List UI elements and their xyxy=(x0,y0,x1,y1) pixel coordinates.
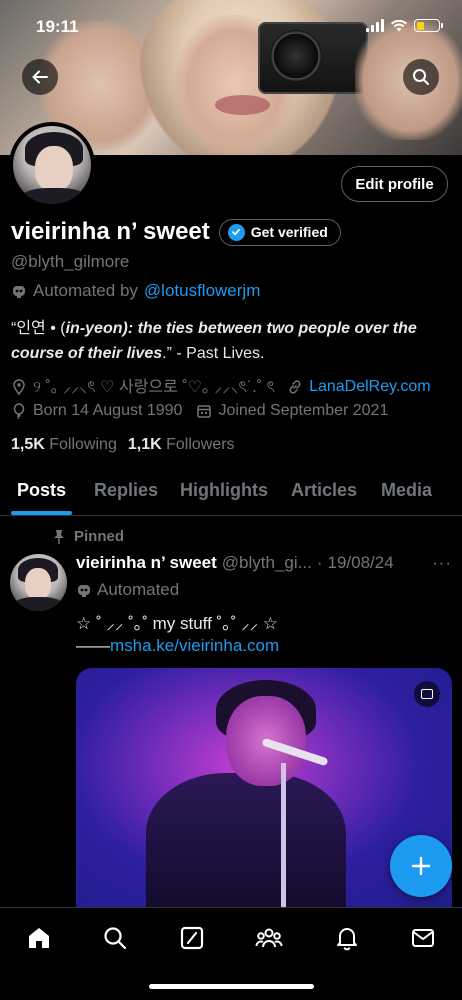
status-time: 19:11 xyxy=(36,17,79,36)
following-link[interactable]: 1,5K Following xyxy=(11,436,117,454)
display-name: vieirinha n’ sweet xyxy=(11,218,210,245)
profile-joined: Joined September 2021 xyxy=(218,402,389,419)
calendar-icon xyxy=(197,405,212,418)
post-more-button[interactable]: ··· xyxy=(432,553,452,573)
tab-highlights[interactable]: Highlights xyxy=(180,480,268,501)
automated-by-label: Automated by xyxy=(33,281,138,300)
profile-avatar[interactable] xyxy=(9,122,95,208)
captions-icon xyxy=(421,689,433,699)
edit-profile-button[interactable]: Edit profile xyxy=(341,166,448,202)
wifi-icon xyxy=(391,19,407,31)
get-verified-button[interactable]: Get verified xyxy=(218,218,341,246)
tab-articles[interactable]: Articles xyxy=(291,480,357,501)
back-button[interactable] xyxy=(22,59,58,95)
post-text-line-2: ——msha.ke/vieirinha.com xyxy=(76,636,279,656)
nav-home[interactable] xyxy=(24,923,54,953)
pinned-label: Pinned xyxy=(74,528,125,545)
bio-quote-open: “인연 • ( xyxy=(11,320,66,337)
profile-meta-row-1: ୨ ˚｡ ⸝⸝⸜ৎ ♡ 사랑으로 ˚♡｡ ⸝⸝⸜ৎ˙.˚ ৎ LanaDelRe… xyxy=(11,373,431,401)
profile-tabs: Posts Replies Highlights Articles Media xyxy=(0,466,462,516)
get-verified-label: Get verified xyxy=(250,224,328,240)
nav-communities[interactable] xyxy=(254,923,284,953)
post-text-line-1: ☆ ˚ ⸝⸝ ˚｡˚ my stuff ˚｡˚ ⸝⸝ ☆ xyxy=(76,614,279,633)
post-automated: Automated xyxy=(76,580,179,600)
search-button[interactable] xyxy=(403,59,439,95)
plus-icon xyxy=(411,856,431,876)
banner-lips xyxy=(215,95,270,115)
active-tab-indicator xyxy=(11,511,72,515)
profile-location: ୨ ˚｡ ⸝⸝⸜ৎ ♡ 사랑으로 ˚♡｡ ⸝⸝⸜ৎ˙.˚ ৎ xyxy=(33,379,276,396)
nav-search[interactable] xyxy=(100,923,130,953)
post-author-handle[interactable]: @blyth_gi... xyxy=(222,553,312,573)
nav-messages[interactable] xyxy=(408,923,438,953)
video-performer-body xyxy=(146,773,346,908)
bio-quote-close: .” - Past Lives. xyxy=(162,345,265,362)
post-text-dash: —— xyxy=(76,636,110,655)
verified-badge-icon xyxy=(227,223,245,241)
followers-label: Followers xyxy=(166,436,235,453)
home-icon xyxy=(29,928,49,948)
arrow-left-icon xyxy=(32,70,48,84)
following-count: 1,5K xyxy=(11,436,45,453)
nav-grok[interactable] xyxy=(177,923,207,953)
post-link[interactable]: msha.ke/vieirinha.com xyxy=(110,636,279,655)
nav-notifications[interactable] xyxy=(332,923,362,953)
profile-bio: “인연 • (in-yeon): the ties between two pe… xyxy=(11,316,451,366)
post-author-name[interactable]: vieirinha n’ sweet xyxy=(76,553,217,573)
communities-icon xyxy=(255,928,283,948)
balloon-icon xyxy=(13,403,25,419)
profile-born: Born 14 August 1990 xyxy=(33,402,183,419)
pin-icon xyxy=(54,529,64,544)
post-date[interactable]: 19/08/24 xyxy=(327,553,393,573)
followers-count: 1,1K xyxy=(127,436,162,453)
search-icon xyxy=(104,927,127,950)
following-label: Following xyxy=(49,436,117,453)
status-icons xyxy=(366,19,443,32)
tab-posts[interactable]: Posts xyxy=(17,480,66,501)
pinned-indicator: Pinned xyxy=(52,528,124,545)
post-automated-label: Automated xyxy=(97,580,180,599)
name-row: vieirinha n’ sweet Get verified xyxy=(11,218,341,246)
followers-link[interactable]: 1,1K Followers xyxy=(128,436,235,454)
link-icon xyxy=(289,380,301,394)
bio-term: in-yeon xyxy=(65,320,123,337)
automated-by: Automated by @lotusflowerjm xyxy=(11,281,260,301)
robot-icon xyxy=(13,286,25,298)
battery-icon xyxy=(414,19,443,32)
search-icon xyxy=(413,69,429,85)
profile-handle: @blyth_gilmore xyxy=(11,252,130,271)
automated-by-link[interactable]: @lotusflowerjm xyxy=(144,281,260,301)
profile-meta-row-2: Born 14 August 1990 Joined September 202… xyxy=(11,402,388,420)
post-separator: · xyxy=(316,553,323,572)
cellular-signal-icon xyxy=(366,19,384,32)
location-pin-icon xyxy=(13,379,25,395)
video-mic-stand xyxy=(281,763,286,908)
post-author-avatar[interactable] xyxy=(10,554,67,611)
mail-icon xyxy=(412,929,434,947)
post-header: vieirinha n’ sweet @blyth_gi... · 19/08/… xyxy=(76,553,456,573)
grok-icon xyxy=(180,926,204,950)
bell-icon xyxy=(337,928,357,951)
robot-icon xyxy=(78,585,90,597)
follow-stats: 1,5K Following 1,1K Followers xyxy=(11,436,235,454)
home-indicator[interactable] xyxy=(149,984,314,989)
tab-media[interactable]: Media xyxy=(381,480,432,501)
status-bar: 19:11 xyxy=(0,0,462,52)
captions-button[interactable] xyxy=(414,681,440,707)
compose-button[interactable] xyxy=(390,835,452,897)
tab-replies[interactable]: Replies xyxy=(94,480,158,501)
profile-website-link[interactable]: LanaDelRey.com xyxy=(309,378,431,396)
